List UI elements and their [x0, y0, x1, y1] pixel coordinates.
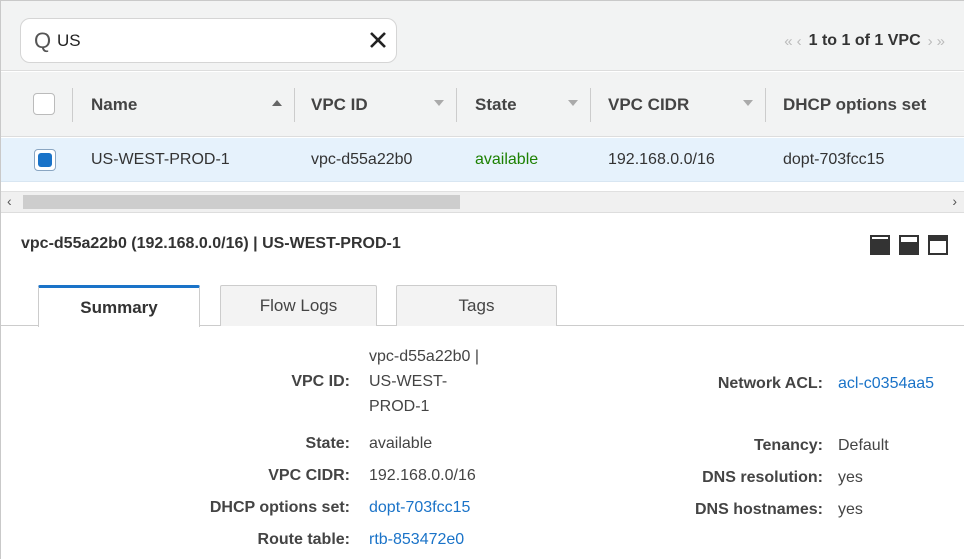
- prev-page-icon[interactable]: ‹: [797, 33, 802, 50]
- vpc-cidr-value: 192.168.0.0/16: [369, 467, 476, 484]
- sort-ascending-icon[interactable]: [272, 100, 282, 106]
- cell-name: US-WEST-PROD-1: [91, 151, 230, 168]
- panel-layout-controls: [870, 235, 948, 255]
- network-acl-label: Network ACL:: [717, 375, 823, 392]
- dns-resolution-label: DNS resolution:: [702, 469, 823, 486]
- vpc-cidr-label: VPC CIDR:: [268, 467, 350, 484]
- dns-resolution-value: yes: [838, 469, 863, 486]
- column-divider: [590, 88, 591, 122]
- tenancy-value: Default: [838, 437, 889, 454]
- sort-icon[interactable]: [743, 100, 753, 106]
- scroll-left-icon[interactable]: ‹: [7, 193, 12, 209]
- column-divider: [72, 88, 73, 122]
- column-divider: [456, 88, 457, 122]
- vpc-id-label: VPC ID:: [291, 373, 350, 390]
- column-header-vpc-id[interactable]: VPC ID: [311, 72, 368, 137]
- scrollbar-thumb[interactable]: [23, 195, 460, 209]
- tab-summary[interactable]: Summary: [38, 285, 200, 327]
- vpc-id-value-line: vpc-d55a22b0 |: [369, 348, 480, 365]
- dhcp-options-label: DHCP options set:: [209, 499, 350, 516]
- state-label: State:: [305, 435, 350, 452]
- network-acl-link[interactable]: acl-c0354aa5: [838, 371, 934, 396]
- scroll-right-icon[interactable]: ›: [952, 193, 957, 209]
- column-header-dhcp[interactable]: DHCP options set: [783, 72, 926, 137]
- select-all-checkbox[interactable]: [33, 93, 55, 115]
- dns-hostnames-label: DNS hostnames:: [694, 501, 823, 518]
- tab-tags[interactable]: Tags: [396, 285, 557, 326]
- horizontal-scrollbar[interactable]: ‹ ›: [1, 191, 964, 213]
- dhcp-options-link[interactable]: dopt-703fcc15: [369, 495, 470, 520]
- column-header-vpc-cidr[interactable]: VPC CIDR: [608, 72, 689, 137]
- panel-expand-icon[interactable]: [928, 235, 948, 255]
- next-page-icon[interactable]: ›: [928, 33, 933, 50]
- detail-title: vpc-d55a22b0 (192.168.0.0/16) | US-WEST-…: [21, 235, 401, 252]
- cell-state: available: [475, 151, 539, 168]
- tenancy-label: Tenancy:: [753, 437, 823, 454]
- table-header: Name VPC ID State VPC CIDR DHCP options …: [1, 72, 964, 137]
- vpc-id-value: vpc-d55a22b0 | US-WEST- PROD-1: [369, 344, 479, 419]
- pagination-text: 1 to 1 of 1 VPC: [808, 32, 921, 49]
- column-header-state[interactable]: State: [475, 72, 517, 137]
- search-icon: Q: [34, 28, 52, 53]
- search-box[interactable]: Q: [20, 18, 397, 63]
- route-table-label: Route table:: [257, 531, 350, 548]
- column-divider: [765, 88, 766, 122]
- dns-hostnames-value: yes: [838, 501, 863, 518]
- cell-vpc-cidr: 192.168.0.0/16: [608, 151, 715, 168]
- column-header-name[interactable]: Name: [91, 72, 137, 137]
- route-table-link[interactable]: rtb-853472e0: [369, 527, 464, 552]
- last-page-icon[interactable]: »: [937, 33, 945, 50]
- pagination: « ‹ 1 to 1 of 1 VPC › »: [784, 32, 945, 50]
- state-value: available: [369, 435, 433, 452]
- vpc-id-value-line: PROD-1: [369, 398, 430, 415]
- close-icon[interactable]: [365, 27, 391, 53]
- cell-dhcp: dopt-703fcc15: [783, 151, 885, 168]
- search-input[interactable]: [57, 26, 357, 56]
- cell-vpc-id: vpc-d55a22b0: [311, 151, 413, 168]
- tab-flow-logs[interactable]: Flow Logs: [220, 285, 377, 326]
- panel-collapse-icon[interactable]: [870, 235, 890, 255]
- first-page-icon[interactable]: «: [784, 33, 792, 50]
- sort-icon[interactable]: [434, 100, 444, 106]
- vpc-id-value-line: US-WEST-: [369, 373, 448, 390]
- panel-half-icon[interactable]: [899, 235, 919, 255]
- vpc-console-panel: Q « ‹ 1 to 1 of 1 VPC › » Name VPC ID St…: [0, 0, 964, 559]
- sort-icon[interactable]: [568, 100, 578, 106]
- column-divider: [294, 88, 295, 122]
- filter-bar: Q « ‹ 1 to 1 of 1 VPC › »: [1, 1, 964, 71]
- table-row[interactable]: US-WEST-PROD-1 vpc-d55a22b0 available 19…: [1, 138, 964, 182]
- row-checkbox[interactable]: [34, 149, 56, 171]
